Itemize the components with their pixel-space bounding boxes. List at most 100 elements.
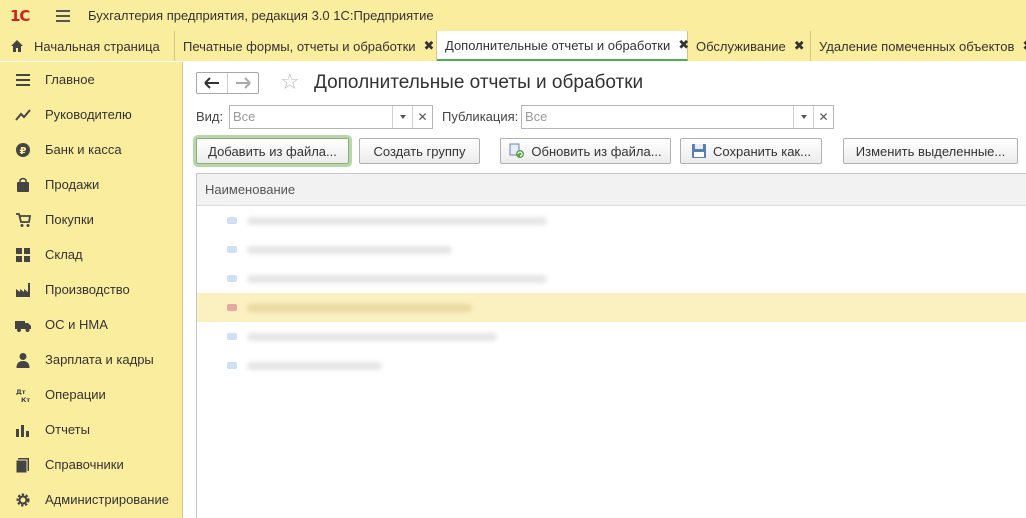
- button-label: Добавить из файла...: [208, 143, 337, 159]
- row-name: [247, 246, 452, 254]
- report-icon: [227, 362, 237, 369]
- column-header-name[interactable]: Наименование: [197, 174, 1026, 206]
- sidebar-item-label: Склад: [45, 247, 83, 262]
- sidebar-item-manager[interactable]: Руководителю: [0, 97, 182, 132]
- update-from-file-button[interactable]: Обновить из файла...: [500, 138, 671, 164]
- kind-filter-value: Все: [233, 109, 256, 124]
- table-row[interactable]: [197, 293, 1026, 322]
- sidebar-item-label: Справочники: [45, 457, 124, 472]
- app-logo: 1С: [10, 6, 30, 25]
- add-from-file-button[interactable]: Добавить из файла...: [196, 138, 349, 164]
- main-panel: ☆ Дополнительные отчеты и обработки Вид:…: [184, 62, 1026, 518]
- table-row[interactable]: [197, 206, 1026, 235]
- sidebar-item-label: Зарплата и кадры: [45, 352, 154, 367]
- sidebar-item-label: Операции: [45, 387, 106, 402]
- sidebar-item-administration[interactable]: Администрирование: [0, 482, 182, 517]
- person-icon: [15, 352, 31, 368]
- arrow-right-icon: [236, 77, 251, 89]
- report-icon: [227, 275, 237, 282]
- warehouse-icon: [15, 247, 31, 263]
- report-icon: [227, 217, 237, 224]
- report-icon: [227, 246, 237, 253]
- dropdown-arrow-icon[interactable]: [392, 106, 412, 128]
- save-as-button[interactable]: Сохранить как...: [680, 138, 822, 164]
- button-label: Обновить из файла...: [531, 143, 662, 159]
- bar-chart-icon: [15, 422, 31, 438]
- favorite-star-icon[interactable]: ☆: [280, 70, 300, 94]
- publication-filter-field[interactable]: Все ✕: [521, 105, 834, 129]
- forward-button[interactable]: [227, 73, 258, 93]
- clear-icon[interactable]: ✕: [813, 106, 833, 128]
- tab-print-forms[interactable]: Печатные формы, отчеты и обработки ✖: [175, 31, 437, 61]
- navigation-buttons: [196, 72, 259, 94]
- app-title: Бухгалтерия предприятия, редакция 3.0 1С…: [88, 8, 434, 23]
- trend-icon: [15, 107, 31, 123]
- gear-icon: [15, 492, 31, 508]
- button-label: Сохранить как...: [713, 143, 811, 159]
- edit-selected-button[interactable]: Изменить выделенные...: [843, 138, 1018, 164]
- button-label: Создать группу: [373, 143, 466, 159]
- sidebar-item-warehouse[interactable]: Склад: [0, 237, 182, 272]
- table-row[interactable]: [197, 264, 1026, 293]
- row-name: [247, 217, 547, 225]
- table-row[interactable]: [197, 322, 1026, 351]
- tab-label: Начальная страница: [34, 38, 160, 54]
- clear-icon[interactable]: ✕: [412, 106, 432, 128]
- sidebar-item-fixed-assets[interactable]: ОС и НМА: [0, 307, 182, 342]
- tab-maintenance[interactable]: Обслуживание ✖: [688, 31, 811, 61]
- reports-table: Наименование: [196, 173, 1026, 518]
- publication-filter-label: Публикация:: [442, 109, 519, 124]
- button-label: Изменить выделенные...: [855, 143, 1006, 159]
- row-name: [247, 333, 497, 341]
- back-button[interactable]: [197, 73, 227, 93]
- title-bar: 1С Бухгалтерия предприятия, редакция 3.0…: [0, 0, 1026, 31]
- sidebar-item-label: Администрирование: [45, 492, 169, 507]
- table-row[interactable]: [197, 235, 1026, 264]
- sidebar-item-reports[interactable]: Отчеты: [0, 412, 182, 447]
- row-name: [247, 362, 382, 370]
- tab-home[interactable]: Начальная страница: [0, 31, 175, 61]
- sidebar-item-purchases[interactable]: Покупки: [0, 202, 182, 237]
- tab-bar: Начальная страница Печатные формы, отчет…: [0, 31, 1026, 61]
- sidebar-item-label: Покупки: [45, 212, 94, 227]
- page-title: Дополнительные отчеты и обработки: [314, 72, 644, 93]
- bag-icon: [15, 177, 31, 193]
- refresh-file-icon: [509, 143, 525, 158]
- close-tab-icon[interactable]: ✖: [794, 38, 805, 54]
- report-icon: [227, 304, 237, 311]
- close-tab-icon[interactable]: ✖: [1022, 38, 1026, 54]
- tab-label: Печатные формы, отчеты и обработки: [183, 38, 416, 54]
- tab-label: Удаление помеченных объектов: [819, 38, 1015, 54]
- tab-additional-reports[interactable]: Дополнительные отчеты и обработки ✖: [437, 31, 689, 61]
- svg-text:Дт: Дт: [16, 388, 26, 396]
- sidebar-item-label: Банк и касса: [45, 142, 122, 157]
- sidebar-item-directories[interactable]: Справочники: [0, 447, 182, 482]
- svg-text:₽: ₽: [20, 146, 27, 157]
- row-name: [247, 275, 547, 283]
- ruble-icon: ₽: [15, 142, 31, 158]
- sidebar-item-label: Отчеты: [45, 422, 90, 437]
- dropdown-arrow-icon[interactable]: [793, 106, 813, 128]
- sidebar-item-label: Главное: [45, 72, 95, 87]
- main-menu-icon[interactable]: [56, 9, 70, 22]
- arrow-left-icon: [204, 77, 220, 89]
- create-group-button[interactable]: Создать группу: [359, 138, 480, 164]
- sidebar-item-bank[interactable]: ₽ Банк и касса: [0, 132, 182, 167]
- tab-label: Обслуживание: [696, 38, 786, 54]
- sidebar-item-label: Производство: [45, 282, 130, 297]
- table-row[interactable]: [197, 351, 1026, 380]
- svg-text:Кт: Кт: [21, 396, 30, 403]
- factory-icon: [15, 282, 31, 298]
- tab-delete-marked[interactable]: Удаление помеченных объектов ✖: [811, 31, 1026, 61]
- sidebar-item-sales[interactable]: Продажи: [0, 167, 182, 202]
- truck-icon: [15, 317, 31, 333]
- sidebar-item-production[interactable]: Производство: [0, 272, 182, 307]
- publication-filter-value: Все: [525, 109, 548, 124]
- sidebar-item-operations[interactable]: Дт Кт Операции: [0, 377, 182, 412]
- kind-filter-label: Вид:: [196, 109, 224, 124]
- save-icon: [692, 144, 707, 158]
- sidebar-item-main[interactable]: Главное: [0, 62, 182, 97]
- close-tab-icon[interactable]: ✖: [424, 38, 435, 54]
- kind-filter-field[interactable]: Все ✕: [229, 105, 433, 129]
- sidebar-item-salary[interactable]: Зарплата и кадры: [0, 342, 182, 377]
